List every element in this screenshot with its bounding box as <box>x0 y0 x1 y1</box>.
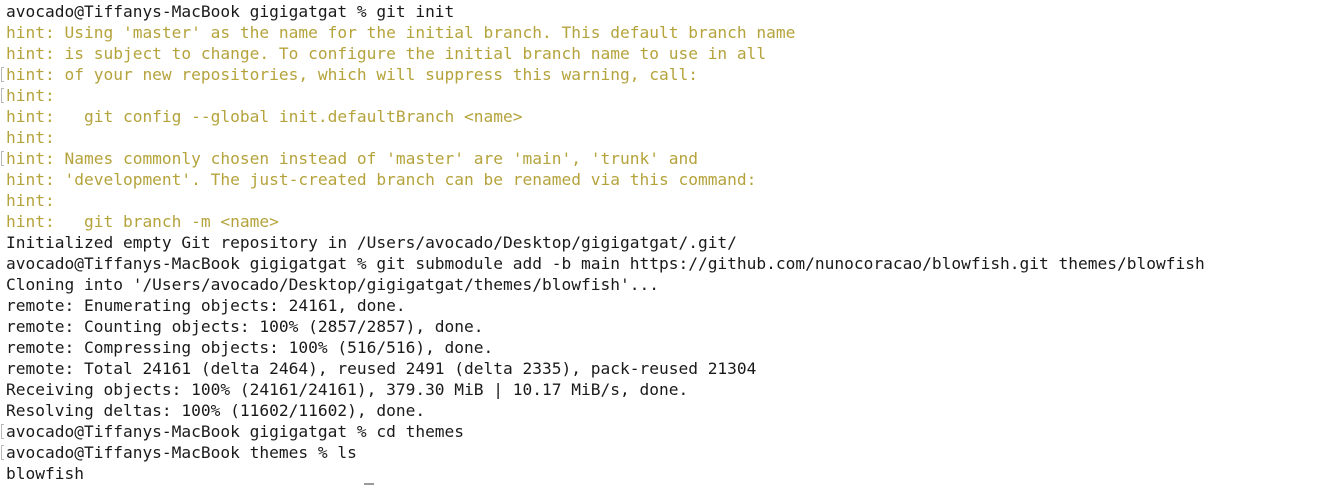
text-cursor <box>364 483 374 485</box>
line-text: avocado@Tiffanys-MacBook gigigatgat % cd… <box>6 422 465 441</box>
terminal-line: hint: git config --global init.defaultBr… <box>0 106 1320 127</box>
terminal-line: remote: Enumerating objects: 24161, done… <box>0 295 1320 316</box>
terminal-line: avocado@Tiffanys-MacBook gigigatgat % gi… <box>0 253 1320 274</box>
line-text: remote: Counting objects: 100% (2857/285… <box>6 317 484 336</box>
terminal-line: Cloning into '/Users/avocado/Desktop/gig… <box>0 274 1320 295</box>
terminal-line: avocado@Tiffanys-MacBook gigigatgat % cd… <box>0 421 1320 442</box>
line-text: avocado@Tiffanys-MacBook gigigatgat % gi… <box>6 254 1205 273</box>
line-text: hint: 'development'. The just-created br… <box>6 170 757 189</box>
line-text: avocado@Tiffanys-MacBook themes % ls <box>6 443 357 462</box>
line-text: hint: Using 'master' as the name for the… <box>6 23 796 42</box>
line-text: remote: Total 24161 (delta 2464), reused… <box>6 359 757 378</box>
line-text: remote: Compressing objects: 100% (516/5… <box>6 338 494 357</box>
prompt-mark-bracket <box>1 445 4 460</box>
line-text: hint: <box>6 86 55 105</box>
prompt-mark-bracket <box>1 88 4 103</box>
line-text: Cloning into '/Users/avocado/Desktop/gig… <box>6 275 659 294</box>
terminal-line: hint: git branch -m <name> <box>0 211 1320 232</box>
line-text: hint: git config --global init.defaultBr… <box>6 107 523 126</box>
line-text: hint: <box>6 128 55 147</box>
terminal-line: avocado@Tiffanys-MacBook themes % ls <box>0 442 1320 463</box>
terminal-line: hint: Names commonly chosen instead of '… <box>0 148 1320 169</box>
prompt-mark-bracket <box>1 424 4 439</box>
line-text: hint: Names commonly chosen instead of '… <box>6 149 698 168</box>
terminal-line: hint: Using 'master' as the name for the… <box>0 22 1320 43</box>
terminal-line: hint: <box>0 127 1320 148</box>
line-text: hint: git branch -m <name> <box>6 212 279 231</box>
prompt-mark-bracket <box>1 151 4 166</box>
terminal-line: Resolving deltas: 100% (11602/11602), do… <box>0 400 1320 421</box>
terminal-window[interactable]: avocado@Tiffanys-MacBook gigigatgat % gi… <box>0 0 1320 486</box>
terminal-line: hint: is subject to change. To configure… <box>0 43 1320 64</box>
terminal-line: remote: Compressing objects: 100% (516/5… <box>0 337 1320 358</box>
line-text: hint: <box>6 191 55 210</box>
terminal-line: remote: Counting objects: 100% (2857/285… <box>0 316 1320 337</box>
prompt-mark-bracket <box>1 67 4 82</box>
terminal-line: Initialized empty Git repository in /Use… <box>0 232 1320 253</box>
terminal-line: hint: <box>0 85 1320 106</box>
line-text: Initialized empty Git repository in /Use… <box>6 233 737 252</box>
line-text: hint: is subject to change. To configure… <box>6 44 767 63</box>
terminal-line: hint: <box>0 190 1320 211</box>
line-text: Receiving objects: 100% (24161/24161), 3… <box>6 380 689 399</box>
line-text: remote: Enumerating objects: 24161, done… <box>6 296 406 315</box>
terminal-line: blowfish <box>0 463 1320 484</box>
line-text: avocado@Tiffanys-MacBook gigigatgat % gi… <box>6 2 455 21</box>
terminal-line: avocado@Tiffanys-MacBook gigigatgat % gi… <box>0 1 1320 22</box>
line-text: blowfish <box>6 464 84 483</box>
terminal-line: remote: Total 24161 (delta 2464), reused… <box>0 358 1320 379</box>
terminal-line: hint: 'development'. The just-created br… <box>0 169 1320 190</box>
line-text: hint: of your new repositories, which wi… <box>6 65 698 84</box>
terminal-line: Receiving objects: 100% (24161/24161), 3… <box>0 379 1320 400</box>
terminal-line: hint: of your new repositories, which wi… <box>0 64 1320 85</box>
line-text: Resolving deltas: 100% (11602/11602), do… <box>6 401 426 420</box>
